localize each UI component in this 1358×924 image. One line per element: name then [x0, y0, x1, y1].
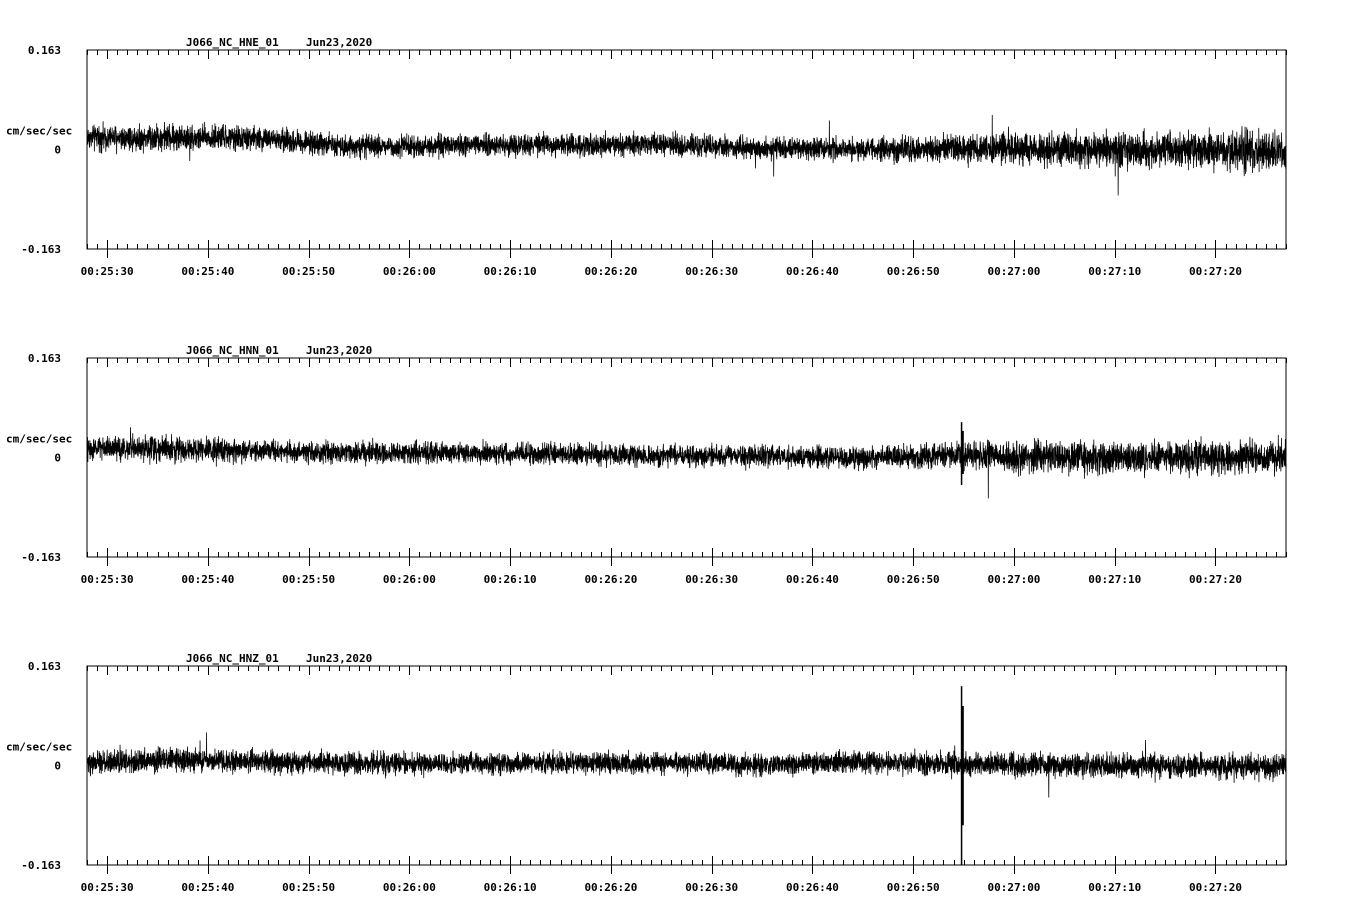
x-tick-label: 00:27:00 — [987, 573, 1040, 586]
x-tick-label: 00:25:40 — [181, 265, 234, 278]
x-tick-label: 00:26:50 — [887, 265, 940, 278]
x-tick-label: 00:27:00 — [987, 265, 1040, 278]
station-title: J066_NC_HNZ_01 — [186, 652, 279, 665]
y-tick-label: 0.163 — [28, 660, 61, 673]
x-tick-label: 00:27:10 — [1088, 265, 1141, 278]
x-tick-label: 00:25:30 — [81, 265, 134, 278]
x-tick-label: 00:26:20 — [584, 573, 637, 586]
y-tick-label: -0.163 — [21, 859, 61, 872]
y-axis-label: cm/sec/sec — [6, 433, 72, 446]
x-tick-label: 00:26:50 — [887, 881, 940, 894]
x-tick-label: 00:25:40 — [181, 881, 234, 894]
record-date: Jun23,2020 — [306, 344, 372, 357]
y-axis-label: cm/sec/sec — [6, 125, 72, 138]
x-tick-label: 00:26:00 — [383, 573, 436, 586]
waveform-trace — [86, 427, 1287, 499]
x-tick-label: 00:25:30 — [81, 573, 134, 586]
x-tick-label: 00:26:20 — [584, 881, 637, 894]
record-date: Jun23,2020 — [306, 36, 372, 49]
y-tick-label: 0.163 — [28, 352, 61, 365]
panel-2: J066_NC_HNN_01 Jun23,2020 0.163 0 -0.163 cm/s… — [6, 344, 1287, 586]
x-tick-label: 00:27:00 — [987, 881, 1040, 894]
x-tick-label: 00:25:50 — [282, 265, 335, 278]
station-title: J066_NC_HNE_01 — [186, 36, 279, 49]
x-tick-label: 00:26:50 — [887, 573, 940, 586]
y-tick-label: 0 — [54, 452, 61, 465]
y-tick-label: 0 — [54, 760, 61, 773]
x-tick-label: 00:25:30 — [81, 881, 134, 894]
station-title: J066_NC_HNN_01 — [186, 344, 279, 357]
x-tick-label: 00:26:20 — [584, 265, 637, 278]
x-tick-label: 00:26:30 — [685, 265, 738, 278]
x-tick-label: 00:26:10 — [484, 265, 537, 278]
seismogram-figure: J066_NC_HNE_01 Jun23,2020 0.163 0 -0.163 cm/s… — [6, 36, 1287, 894]
x-tick-label: 00:26:10 — [484, 573, 537, 586]
panel-1: J066_NC_HNE_01 Jun23,2020 0.163 0 -0.163 cm/s… — [6, 36, 1287, 278]
x-tick-label: 00:26:40 — [786, 881, 839, 894]
x-tick-label: 00:27:20 — [1189, 265, 1242, 278]
y-tick-label: 0.163 — [28, 44, 61, 57]
x-tick-label: 00:25:40 — [181, 573, 234, 586]
x-tick-label: 00:26:30 — [685, 573, 738, 586]
y-tick-label: -0.163 — [21, 243, 61, 256]
x-tick-label: 00:25:50 — [282, 573, 335, 586]
x-tick-label: 00:27:20 — [1189, 573, 1242, 586]
x-tick-label: 00:27:20 — [1189, 881, 1242, 894]
x-tick-label: 00:26:40 — [786, 573, 839, 586]
record-date: Jun23,2020 — [306, 652, 372, 665]
y-tick-label: -0.163 — [21, 551, 61, 564]
waveform-trace — [86, 732, 1287, 798]
x-tick-label: 00:25:50 — [282, 881, 335, 894]
x-tick-label: 00:27:10 — [1088, 573, 1141, 586]
x-tick-label: 00:26:30 — [685, 881, 738, 894]
x-tick-label: 00:26:00 — [383, 265, 436, 278]
waveform-trace — [86, 115, 1287, 196]
panel-3: J066_NC_HNZ_01 Jun23,2020 0.163 0 -0.163 cm/s… — [6, 652, 1287, 894]
x-tick-label: 00:26:40 — [786, 265, 839, 278]
x-tick-label: 00:27:10 — [1088, 881, 1141, 894]
x-tick-label: 00:26:00 — [383, 881, 436, 894]
x-tick-label: 00:26:10 — [484, 881, 537, 894]
y-tick-label: 0 — [54, 144, 61, 157]
y-axis-label: cm/sec/sec — [6, 741, 72, 754]
